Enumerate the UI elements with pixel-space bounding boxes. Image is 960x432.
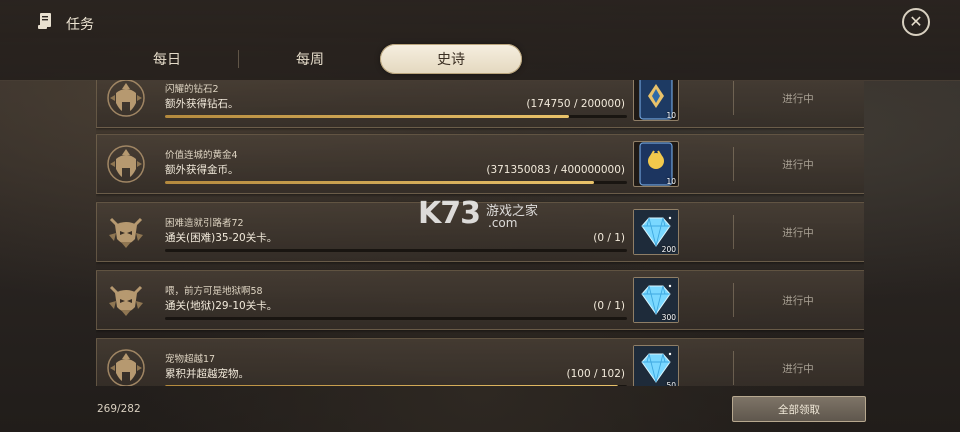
row-divider xyxy=(733,351,734,385)
quest-progress-fill xyxy=(165,181,594,184)
spartan-helmet-icon xyxy=(105,143,147,185)
quest-status: 进行中 xyxy=(782,362,814,375)
quest-title: 喂，前方可是地狱啊58 xyxy=(165,286,263,297)
close-icon: ✕ xyxy=(909,12,923,31)
row-divider xyxy=(733,147,734,181)
quest-scroll-icon xyxy=(38,13,51,29)
reward-slot[interactable]: 10 xyxy=(633,141,679,187)
quest-progress-bar xyxy=(165,249,627,252)
quest-status: 进行中 xyxy=(782,226,814,239)
top-bar: 任务 ✕ 每日 每周 史诗 xyxy=(0,0,960,81)
quest-completion-count: 269/282 xyxy=(97,403,141,415)
tab-daily[interactable]: 每日 xyxy=(96,44,238,74)
quest-list[interactable]: 闪耀的钻石2 额外获得钻石。 (174750 / 200000) 10 进行中 价值连城的… xyxy=(96,80,864,386)
reward-slot[interactable]: 200 xyxy=(633,209,679,255)
quest-progress-text: (174750 / 200000) xyxy=(526,98,625,110)
tab-bar: 每日 每周 史诗 xyxy=(96,44,862,74)
quest-row[interactable]: 闪耀的钻石2 额外获得钻石。 (174750 / 200000) 10 进行中 xyxy=(96,80,864,128)
quest-progress-bar xyxy=(165,385,627,386)
quest-progress-bar xyxy=(165,115,627,118)
quest-title: 宠物超越17 xyxy=(165,354,216,365)
quest-description: 额外获得金币。 xyxy=(165,164,239,176)
reward-slot[interactable]: 10 xyxy=(633,80,679,121)
row-divider xyxy=(733,283,734,317)
reward-count: 10 xyxy=(666,177,676,186)
quest-progress-text: (0 / 1) xyxy=(593,300,625,312)
spartan-helmet-icon xyxy=(105,80,147,119)
quest-title: 困难造就引路者72 xyxy=(165,218,244,229)
reward-count: 300 xyxy=(661,313,676,322)
quest-description: 通关(困难)35-20关卡。 xyxy=(165,232,278,244)
quest-progress-text: (371350083 / 400000000) xyxy=(486,164,625,176)
reward-slot[interactable]: 50 xyxy=(633,345,679,386)
quest-description: 通关(地狱)29-10关卡。 xyxy=(165,300,278,312)
page-title: 任务 xyxy=(66,17,94,33)
tab-weekly[interactable]: 每周 xyxy=(239,44,381,74)
quest-row[interactable]: 喂，前方可是地狱啊58 通关(地狱)29-10关卡。 (0 / 1) 300 进行中 xyxy=(96,270,864,330)
quest-row[interactable]: 困难造就引路者72 通关(困难)35-20关卡。 (0 / 1) 200 进行中 xyxy=(96,202,864,262)
reward-slot[interactable]: 300 xyxy=(633,277,679,323)
quest-title: 闪耀的钻石2 xyxy=(165,84,219,95)
quest-description: 额外获得钻石。 xyxy=(165,98,239,110)
quest-title: 价值连城的黄金4 xyxy=(165,150,238,161)
claim-all-button[interactable]: 全部领取 xyxy=(732,396,866,422)
quest-progress-bar xyxy=(165,317,627,320)
reward-count: 10 xyxy=(666,111,676,120)
tab-epic[interactable]: 史诗 xyxy=(380,44,522,74)
quest-status: 进行中 xyxy=(782,92,814,105)
demon-head-icon xyxy=(105,211,147,253)
demon-head-icon xyxy=(105,279,147,321)
spartan-helmet-icon xyxy=(105,347,147,386)
quest-row[interactable]: 价值连城的黄金4 额外获得金币。 (371350083 / 400000000) 10… xyxy=(96,134,864,194)
quest-description: 累积并超越宠物。 xyxy=(165,368,249,380)
quest-progress-text: (0 / 1) xyxy=(593,232,625,244)
quest-progress-bar xyxy=(165,181,627,184)
quest-progress-fill xyxy=(165,115,569,118)
reward-count: 50 xyxy=(666,381,676,386)
quest-progress-text: (100 / 102) xyxy=(566,368,626,380)
row-divider xyxy=(733,81,734,115)
row-divider xyxy=(733,215,734,249)
close-button[interactable]: ✕ xyxy=(902,8,930,36)
quest-progress-fill xyxy=(165,385,618,386)
reward-count: 200 xyxy=(661,245,676,254)
quest-status: 进行中 xyxy=(782,294,814,307)
quest-status: 进行中 xyxy=(782,158,814,171)
quest-row[interactable]: 宠物超越17 累积并超越宠物。 (100 / 102) 50 进行中 xyxy=(96,338,864,386)
